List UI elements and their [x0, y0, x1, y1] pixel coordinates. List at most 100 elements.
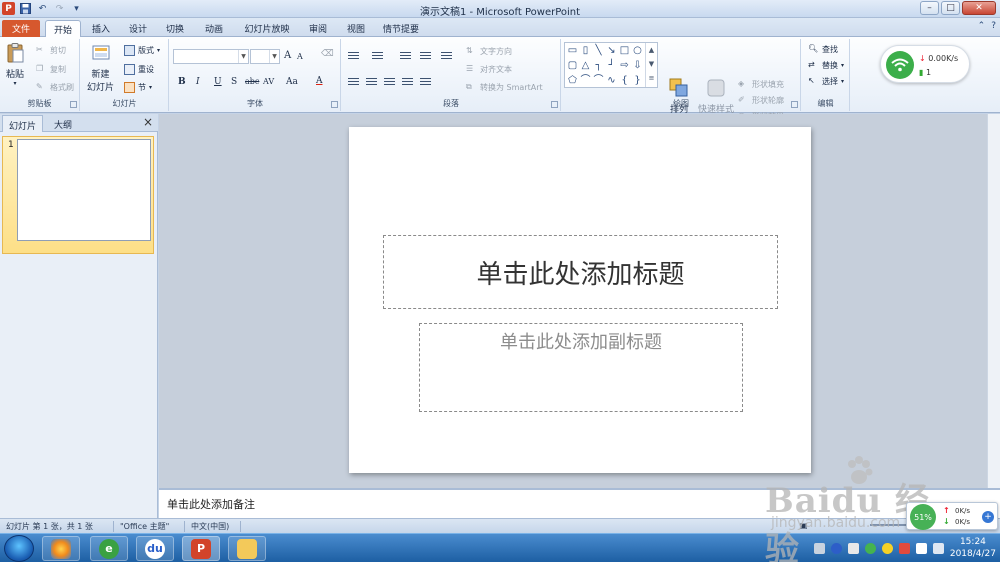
justify-icon[interactable]: [402, 78, 413, 87]
title-placeholder[interactable]: 单击此处添加标题: [383, 235, 778, 309]
find-button[interactable]: 🔍︎ 查找: [808, 44, 838, 55]
tab-insert[interactable]: 插入: [86, 20, 116, 37]
bold-button[interactable]: B: [178, 77, 186, 87]
wave-shape-icon[interactable]: ∿: [606, 75, 617, 86]
subtitle-placeholder[interactable]: 单击此处添加副标题: [419, 323, 743, 412]
format-painter-button[interactable]: ✎ 格式刷: [36, 82, 74, 93]
shapes-gallery[interactable]: ▭ ▯ ╲ ↘ □ ○ ▢ △ ┐ ┘ ⇨ ⇩ ⬠ ⌒ ⌒ ∿ { } ▲ ▼ ≡: [564, 42, 658, 88]
slide-canvas[interactable]: 单击此处添加标题 单击此处添加副标题: [349, 127, 811, 473]
tab-outline-pane[interactable]: 大纲: [48, 115, 78, 132]
shapes-scroll[interactable]: ▲ ▼ ≡: [645, 43, 657, 87]
clock[interactable]: 15:24 2018/4/27: [950, 536, 996, 560]
dialog-launcher-icon[interactable]: [551, 101, 558, 108]
curve-shape-icon[interactable]: ⌒: [580, 75, 591, 86]
tab-home[interactable]: 开始: [45, 20, 81, 37]
tab-design[interactable]: 设计: [123, 20, 153, 37]
down-arrow-shape-icon[interactable]: ⇩: [632, 60, 643, 71]
arc-shape-icon[interactable]: ⌒: [593, 75, 604, 86]
maximize-button[interactable]: □: [941, 1, 960, 15]
elbow-arrow-shape-icon[interactable]: ┘: [606, 60, 617, 71]
tab-slides-pane[interactable]: 幻灯片: [2, 115, 44, 132]
tab-review[interactable]: 审阅: [303, 20, 333, 37]
speed-popup[interactable]: 51% ↑ ↓ 0K/s 0K/s +: [906, 502, 998, 530]
tab-file[interactable]: 文件: [2, 20, 40, 37]
plus-icon[interactable]: +: [982, 511, 994, 523]
change-case-button[interactable]: Aa: [286, 77, 298, 87]
replace-button[interactable]: ⇄ 替换 ▾: [808, 60, 844, 71]
vertical-textbox-shape-icon[interactable]: ▯: [580, 45, 591, 56]
close-icon[interactable]: ×: [143, 115, 153, 129]
font-color-button[interactable]: A: [316, 76, 323, 86]
start-button[interactable]: [4, 535, 34, 562]
right-brace-shape-icon[interactable]: }: [632, 75, 643, 86]
dialog-launcher-icon[interactable]: [70, 101, 77, 108]
taskbar-app-3[interactable]: du: [136, 536, 174, 561]
taskbar-app-1[interactable]: [42, 536, 80, 561]
network-speed-widget[interactable]: ↓ 0.00K/s ▮ 1: [880, 45, 970, 83]
left-brace-shape-icon[interactable]: {: [619, 75, 630, 86]
section-button[interactable]: 节 ▾: [124, 82, 152, 93]
copy-button[interactable]: ❐ 复制: [36, 64, 66, 75]
shape-fill-button[interactable]: ◈ 形状填充: [738, 79, 784, 90]
new-slide-button[interactable]: 新建 幻灯片: [87, 42, 114, 93]
rounded-rect-shape-icon[interactable]: ▢: [567, 60, 578, 71]
reset-button[interactable]: 重设: [124, 64, 154, 75]
align-text-button[interactable]: ☰ 对齐文本: [466, 64, 512, 75]
font-size-combobox[interactable]: ▼: [250, 49, 280, 64]
tab-view[interactable]: 视图: [341, 20, 371, 37]
slide-thumbnail-row[interactable]: 1: [2, 136, 154, 254]
theme-status[interactable]: "Office 主题": [120, 521, 169, 532]
tab-transitions[interactable]: 切换: [160, 20, 190, 37]
help-icon[interactable]: ?: [991, 21, 996, 31]
shrink-font-button[interactable]: A: [297, 52, 303, 61]
pentagon-shape-icon[interactable]: ⬠: [567, 75, 578, 86]
columns-icon[interactable]: [420, 78, 431, 87]
textbox-shape-icon[interactable]: ▭: [567, 45, 578, 56]
oval-shape-icon[interactable]: ○: [632, 45, 643, 56]
vertical-scrollbar[interactable]: [987, 114, 1000, 488]
char-spacing-button[interactable]: AV: [263, 77, 274, 86]
cut-button[interactable]: ✂ 剪切: [36, 45, 66, 56]
taskbar-app-2[interactable]: e: [90, 536, 128, 561]
notes-placeholder[interactable]: 单击此处添加备注: [167, 496, 255, 512]
text-shadow-button[interactable]: S: [231, 77, 237, 87]
shape-outline-button[interactable]: ✐ 形状轮廓: [738, 95, 784, 106]
dialog-launcher-icon[interactable]: [791, 101, 798, 108]
collapse-ribbon-icon[interactable]: ⌃: [978, 21, 986, 31]
text-direction-button[interactable]: ⇅ 文字方向: [466, 46, 512, 57]
underline-button[interactable]: U: [214, 77, 222, 87]
dialog-launcher-icon[interactable]: [331, 101, 338, 108]
decrease-indent-icon[interactable]: [400, 52, 411, 61]
align-left-icon[interactable]: [348, 78, 359, 87]
tab-slideshow[interactable]: 幻灯片放映: [238, 20, 296, 37]
layout-button[interactable]: 版式 ▾: [124, 45, 160, 56]
rectangle-shape-icon[interactable]: □: [619, 45, 630, 56]
triangle-shape-icon[interactable]: △: [580, 60, 591, 71]
clear-formatting-icon[interactable]: ⌫: [321, 49, 334, 59]
align-center-icon[interactable]: [366, 78, 377, 87]
bullets-icon[interactable]: [348, 52, 359, 61]
paste-dropdown-icon[interactable]: ▾: [13, 80, 16, 87]
grow-font-button[interactable]: A: [284, 50, 291, 61]
taskbar-explorer[interactable]: [228, 536, 266, 561]
tab-animations[interactable]: 动画: [198, 20, 230, 37]
line-shape-icon[interactable]: ╲: [593, 45, 604, 56]
italic-button[interactable]: I: [196, 77, 200, 87]
taskbar-powerpoint[interactable]: P: [182, 536, 220, 561]
elbow-connector-shape-icon[interactable]: ┐: [593, 60, 604, 71]
minimize-button[interactable]: –: [920, 1, 939, 15]
language-status[interactable]: 中文(中国): [191, 521, 229, 532]
strikethrough-button[interactable]: abc: [245, 77, 259, 86]
arrow-line-shape-icon[interactable]: ↘: [606, 45, 617, 56]
paste-button[interactable]: 粘贴 ▾: [4, 42, 26, 87]
align-right-icon[interactable]: [384, 78, 395, 87]
numbering-icon[interactable]: [372, 52, 383, 61]
tab-storyboarding[interactable]: 情节提要: [380, 20, 422, 37]
close-button[interactable]: ✕: [962, 1, 996, 15]
convert-smartart-button[interactable]: ⧉ 转换为 SmartArt: [466, 82, 543, 93]
line-spacing-icon[interactable]: [441, 52, 452, 61]
increase-indent-icon[interactable]: [420, 52, 431, 61]
right-arrow-shape-icon[interactable]: ⇨: [619, 60, 630, 71]
slide-thumbnail[interactable]: [17, 139, 151, 241]
font-name-combobox[interactable]: ▼: [173, 49, 249, 64]
